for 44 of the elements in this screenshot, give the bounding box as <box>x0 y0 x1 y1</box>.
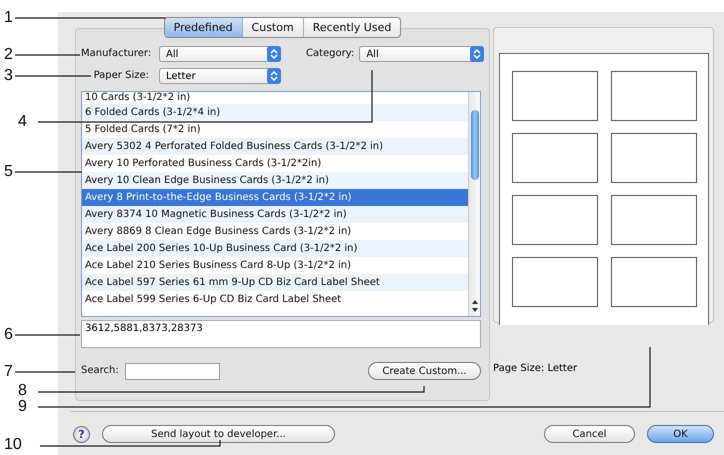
leader-line <box>15 54 80 56</box>
cancel-button[interactable]: Cancel <box>544 425 635 443</box>
scroll-arrows-icon[interactable] <box>471 298 479 314</box>
callout-number: 4 <box>18 114 27 130</box>
callout-number: 9 <box>18 399 27 415</box>
list-item[interactable]: Ace Label 200 Series 10-Up Business Card (3-1/2*2 in) <box>82 240 468 257</box>
help-button[interactable]: ? <box>73 426 90 442</box>
page-size-text: Page Size: Letter <box>493 363 578 374</box>
field-label: Category: <box>306 47 354 61</box>
callout-number: 1 <box>4 10 13 26</box>
popup-menu[interactable]: All <box>359 46 484 62</box>
codes-field[interactable]: 3612,5881,8373,28373 <box>81 320 481 348</box>
list-item[interactable]: Avery 10 Clean Edge Business Cards (3-1/2*2 in) <box>82 172 468 189</box>
send-layout-button[interactable]: Send layout to developer... <box>102 425 335 443</box>
callout-number: 6 <box>4 327 13 343</box>
create-custom-button[interactable]: Create Custom... <box>368 362 481 380</box>
popup-menu[interactable]: Letter <box>159 68 281 84</box>
list-item[interactable]: Avery 8374 10 Magnetic Business Cards (3-1/2*2 in) <box>82 206 468 223</box>
tab[interactable]: Custom <box>242 18 304 37</box>
callout-number: 5 <box>4 164 13 180</box>
list-item[interactable]: Avery 8 Print-to-the-Edge Business Cards (3-1/2*2 in) <box>82 189 468 206</box>
stepper-icon <box>267 46 281 62</box>
list-item[interactable]: Avery 5302 4 Perforated Folded Business Cards (3-1/2*2 in) <box>82 138 468 155</box>
stepper-icon <box>470 46 484 62</box>
leader-line <box>15 171 82 173</box>
field-label: Search: <box>81 364 119 378</box>
tab[interactable]: Predefined <box>164 18 243 37</box>
list-item[interactable]: Ace Label 597 Series 61 mm 9-Up CD Biz Card Label Sheet <box>82 274 468 291</box>
callout-number: 2 <box>4 47 13 63</box>
list-item[interactable]: 6 Folded Cards (3-1/2*4 in) <box>82 104 468 121</box>
callout-number: 8 <box>18 383 27 399</box>
field-label: Paper Size: <box>92 69 149 83</box>
search-field[interactable] <box>124 362 220 380</box>
field-label: Manufacturer: <box>81 47 149 61</box>
ok-button[interactable]: OK <box>647 425 714 443</box>
tab[interactable]: Recently Used <box>304 18 400 37</box>
leader-line <box>15 334 80 336</box>
scroll-thumb[interactable] <box>471 110 479 180</box>
callout-number: 7 <box>4 364 13 380</box>
scrollbar[interactable] <box>468 92 480 316</box>
stepper-icon <box>267 68 281 84</box>
popup-menu[interactable]: All <box>159 46 281 62</box>
callout-number: 3 <box>4 68 13 84</box>
callout-number: 10 <box>4 437 22 453</box>
